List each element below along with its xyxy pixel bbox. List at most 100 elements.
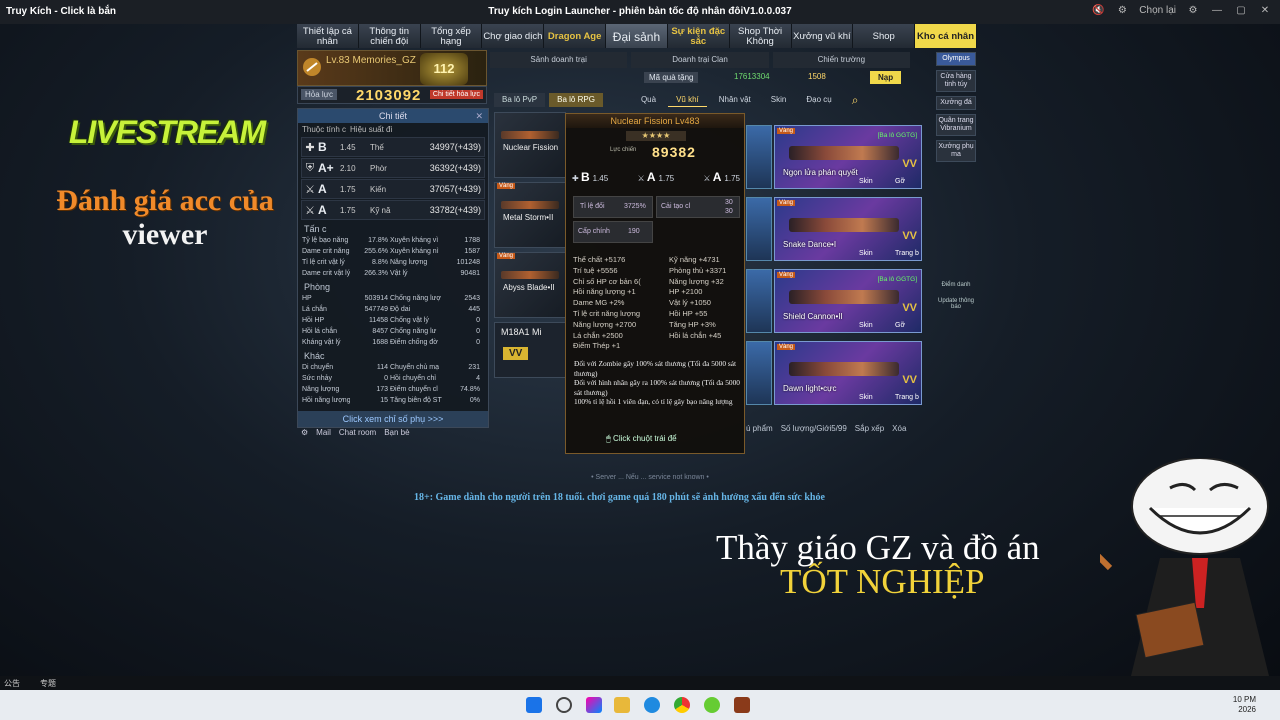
copilot-icon[interactable]	[586, 697, 602, 713]
tab-bag-pvp[interactable]: Ba lô PvP	[494, 93, 546, 107]
tab-inventory[interactable]: Kho cá nhân	[915, 24, 977, 48]
window-center-title: Truy kích Login Launcher - phiên bản tốc…	[488, 6, 792, 17]
mute-icon[interactable]: 🔇	[1091, 3, 1105, 19]
chat-room-button[interactable]: Chat room	[339, 428, 376, 442]
weapon-card-abyss-blade[interactable]: Vàng Abyss Blade•II	[494, 252, 566, 318]
top-up-button[interactable]: Nạp	[870, 71, 902, 84]
inventory-footer: ú phẩm Số lượng/Giới5/99 Sắp xếp Xóa	[746, 424, 924, 438]
shortcut-vibranium[interactable]: Quân trang Vibranium	[936, 114, 976, 136]
tab-weapon-workshop[interactable]: Xưởng vũ khí	[792, 24, 854, 48]
inventory-left-column: Nuclear Fission Vàng Metal Storm•II Vàng…	[494, 112, 568, 418]
tab-market[interactable]: Chợ giao dịch	[482, 24, 545, 48]
close-icon[interactable]: ✕	[475, 109, 483, 123]
search-icon[interactable]	[556, 697, 572, 713]
checkin-button[interactable]: Điểm danh	[936, 282, 976, 288]
firepower-detail-button[interactable]: Chi tiết hỏa lực	[429, 90, 483, 99]
tab-dragon-age[interactable]: Dragon Age	[544, 24, 607, 48]
weapon-stub[interactable]	[746, 341, 772, 405]
weapon-card[interactable]: Vàng Snake Dance•I VV Skin Trang b	[774, 197, 922, 261]
weapon-card[interactable]: Vàng [Ba lô GGTG] Shield Cannon•II VV Sk…	[774, 269, 922, 333]
maximize-icon[interactable]: ▢	[1234, 3, 1248, 19]
weapon-stub[interactable]	[746, 269, 772, 333]
filter-weapon[interactable]: Vũ khí	[668, 93, 707, 107]
minimize-icon[interactable]: —	[1210, 3, 1224, 19]
weapon-card-metal-storm[interactable]: Vàng Metal Storm•II	[494, 182, 566, 248]
stat-value: 8.8%	[372, 259, 388, 266]
more-stats-link[interactable]: Click xem chỉ số phụ >>>	[298, 411, 488, 427]
file-explorer-icon[interactable]	[614, 697, 630, 713]
weapon-stub[interactable]	[746, 125, 772, 189]
tab-events[interactable]: Sự kiện đặc sắc	[668, 24, 730, 48]
stats-tab-attributes[interactable]: Thuộc tính c	[302, 125, 346, 134]
friends-button[interactable]: Bạn bè	[384, 428, 409, 442]
grade-value: 1.45	[592, 174, 609, 183]
clock-date: 2026	[1238, 705, 1256, 714]
tab-clan-barracks[interactable]: Doanh trại Clan	[631, 52, 769, 68]
filter-gift[interactable]: Quà	[633, 93, 664, 107]
close-icon[interactable]: ✕	[1258, 3, 1272, 19]
skin-button[interactable]: Skin	[859, 178, 873, 185]
player-level-name: Lv.83 Memories_GZ	[326, 55, 416, 66]
shortcut-essence-shop[interactable]: Cửa hàng tinh túy	[936, 70, 976, 92]
sort-button[interactable]: Sắp xếp	[855, 424, 884, 438]
tab-barracks-hall[interactable]: Sảnh doanh trại	[490, 52, 628, 68]
grade-row-skill: ⚔ A 1.75 Kỹ nă 33782(+439)	[301, 200, 485, 220]
tab-team-info[interactable]: Thông tin chiến đội	[359, 24, 421, 48]
stat-value: 1587	[464, 248, 480, 255]
tab-shop[interactable]: Shop	[853, 24, 916, 48]
weapon-card[interactable]: Vàng [Ba lô GGTG] Ngọn lửa phán quyết VV…	[774, 125, 922, 189]
tab-battlefield[interactable]: Chiến trường	[772, 52, 910, 68]
weapon-card-m18a1[interactable]: M18A1 Mi VV	[494, 322, 566, 378]
equip-button[interactable]: Trang b	[895, 394, 919, 401]
filter-item[interactable]: Đạo cụ	[798, 93, 839, 107]
improve-value-a: 30	[725, 199, 733, 206]
equip-button[interactable]: Gỡ	[895, 178, 905, 185]
tab-time-shop[interactable]: Shop Thời Không	[730, 24, 792, 48]
announcement-link[interactable]: 公告	[4, 678, 20, 689]
gear-icon[interactable]: ⚙	[1186, 3, 1200, 19]
stat-label: Sức nhảy	[302, 375, 332, 382]
shortcut-enchant[interactable]: Xưởng phụ ma	[936, 140, 976, 162]
topic-link[interactable]: 专题	[40, 678, 56, 689]
stat-grade: A	[318, 182, 327, 196]
settings-icon[interactable]: ⚙	[1115, 3, 1129, 19]
game-icon[interactable]	[734, 697, 750, 713]
shortcut-stone-workshop[interactable]: Xưởng đá	[936, 96, 976, 110]
tooltip-attributes: Thể chất +5176 Kỹ năng +4731 Trí tuệ +5556…	[573, 255, 743, 352]
skin-button[interactable]: Skin	[859, 322, 873, 329]
chrome-icon[interactable]	[674, 697, 690, 713]
player-profile[interactable]: Lv.83 Memories_GZ 112	[297, 50, 487, 86]
equip-button[interactable]: Gỡ	[895, 322, 905, 329]
firepower-label: Hỏa lực	[301, 89, 338, 100]
weapon-stub[interactable]	[746, 197, 772, 261]
stat-label: Hồi HP	[302, 317, 325, 324]
reselect-button[interactable]: Chọn lại	[1139, 3, 1176, 19]
stats-tab-performance[interactable]: Hiệu suất đi	[350, 125, 392, 134]
edge-icon[interactable]	[644, 697, 660, 713]
search-icon[interactable]: ⌕	[844, 93, 867, 107]
tab-bag-rpg[interactable]: Ba lô RPG	[549, 93, 603, 107]
equip-button[interactable]: Trang b	[895, 250, 919, 257]
windows-start-icon[interactable]	[526, 697, 542, 713]
update-notice-button[interactable]: Update thông báo	[936, 298, 976, 310]
app-icon[interactable]	[704, 697, 720, 713]
tab-ranking[interactable]: Tổng xếp hạng	[421, 24, 483, 48]
settings-icon[interactable]: ⚙	[301, 428, 308, 442]
shortcut-olympus[interactable]: Olympus	[936, 52, 976, 66]
tab-personal-settings[interactable]: Thiết lập cá nhân	[297, 24, 359, 48]
filter-skin[interactable]: Skin	[763, 93, 795, 107]
vv-badge: VV	[503, 347, 529, 360]
filter-character[interactable]: Nhân vật	[711, 93, 759, 107]
delete-button[interactable]: Xóa	[892, 424, 906, 438]
bag-label: [Ba lô GGTG]	[877, 132, 917, 139]
skin-button[interactable]: Skin	[859, 394, 873, 401]
tooltip-power-value: 89382	[652, 144, 696, 160]
skin-button[interactable]: Skin	[859, 250, 873, 257]
stat-value: 231	[468, 364, 480, 371]
weapon-card[interactable]: Vàng Dawn light•cực VV Skin Trang b	[774, 341, 922, 405]
stat-label: Năng lượng	[302, 386, 340, 393]
weapon-card-nuclear-fission[interactable]: Nuclear Fission	[494, 112, 566, 178]
mail-button[interactable]: Mail	[316, 428, 331, 442]
gift-code-button[interactable]: Mã quà tặng	[644, 72, 699, 83]
tab-lobby[interactable]: Đại sảnh	[606, 24, 668, 48]
